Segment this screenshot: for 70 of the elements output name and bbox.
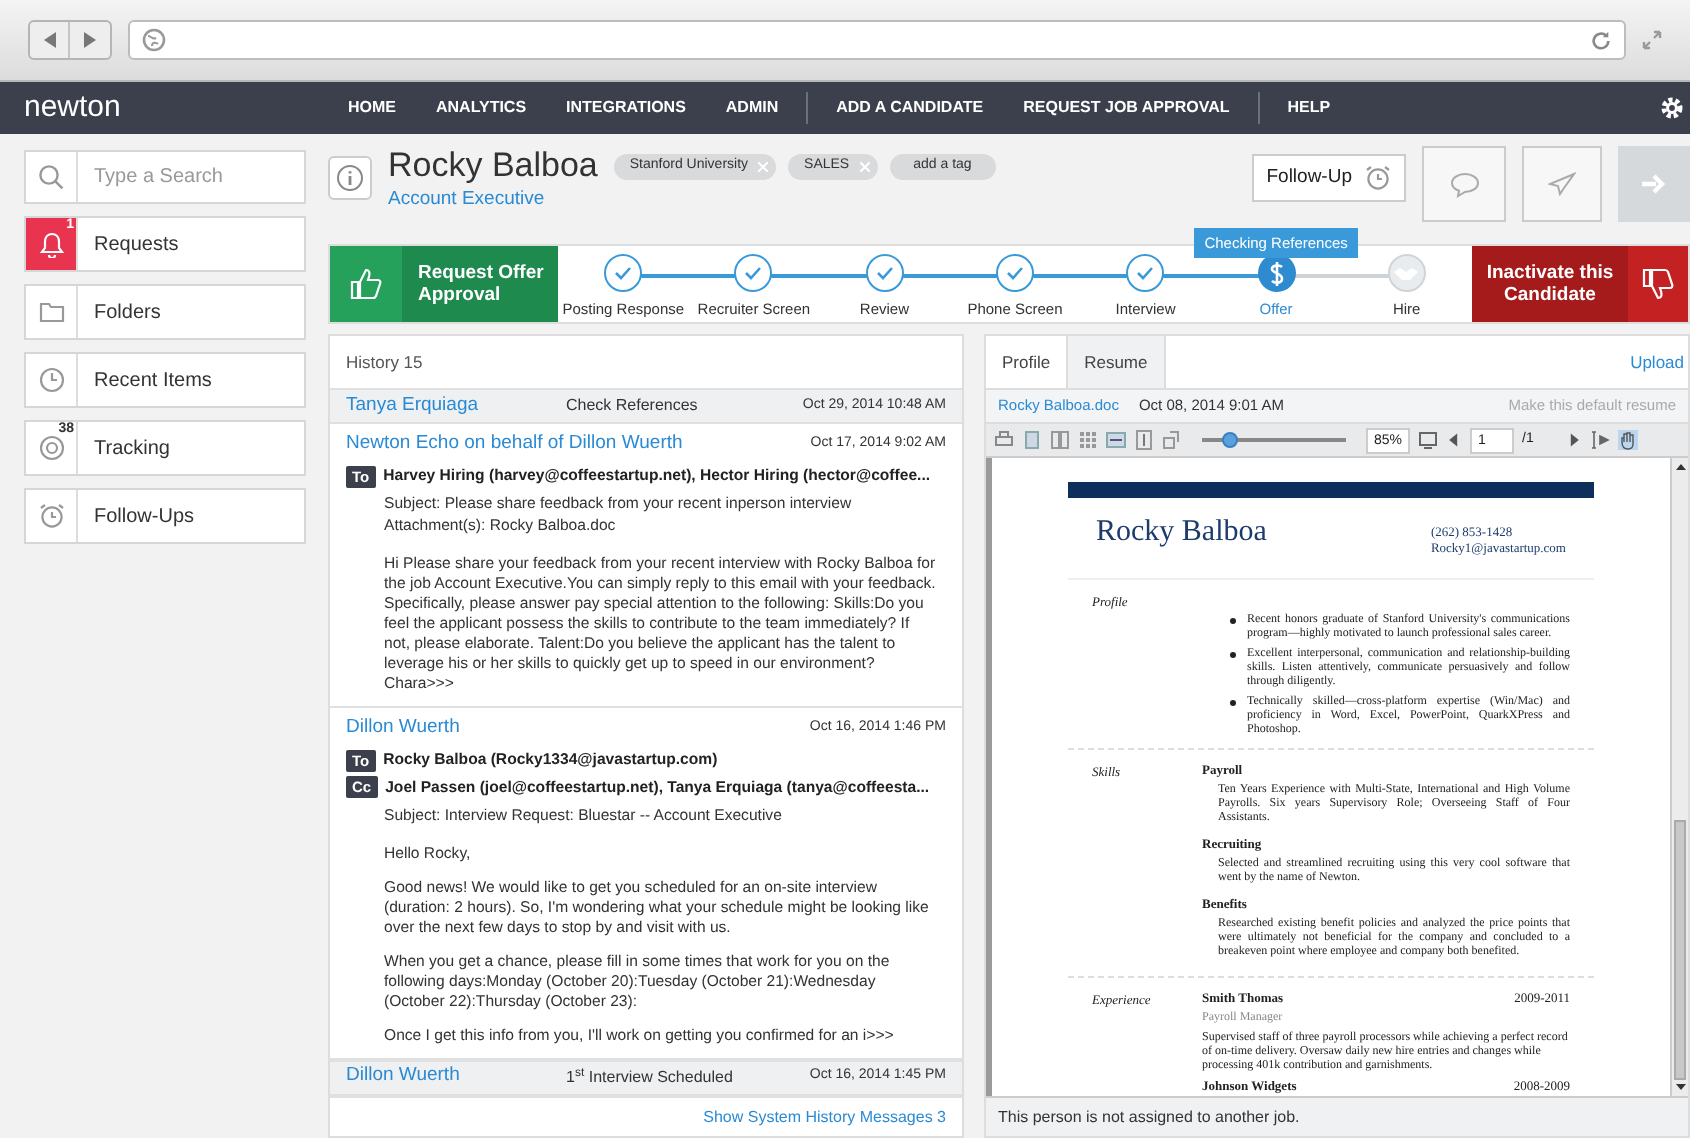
monitor-icon[interactable] — [1418, 430, 1439, 450]
resume-name: Rocky Balboa — [1096, 514, 1267, 552]
tab[interactable]: Resume — [1066, 336, 1166, 388]
zoom-slider-thumb[interactable] — [1222, 432, 1239, 448]
sidebar-item[interactable]: Folders — [24, 284, 306, 340]
nav-link[interactable]: INTEGRATIONS — [546, 96, 706, 120]
rotate-page-icon[interactable] — [1162, 430, 1182, 450]
print-icon[interactable] — [994, 430, 1014, 450]
single-page-icon[interactable] — [1022, 430, 1042, 450]
inactivate-candidate-button[interactable]: Inactivate this Candidate — [1472, 246, 1688, 322]
follow-up-button[interactable]: Follow-Up — [1252, 154, 1406, 202]
fullscreen-icon[interactable] — [1642, 30, 1662, 50]
search-icon — [38, 164, 64, 190]
show-history-link[interactable]: Show System History Messages 3 — [703, 1105, 946, 1129]
check-icon — [875, 266, 894, 280]
history-title: History 15 — [344, 349, 425, 376]
check-icon — [744, 266, 763, 280]
reload-icon[interactable] — [1590, 29, 1612, 51]
sender-link[interactable]: Dillon Wuerth — [346, 713, 460, 743]
sidebar-item[interactable]: Follow-Ups — [24, 488, 306, 544]
globe-icon — [142, 28, 166, 52]
thumbs-down-icon — [1642, 268, 1674, 300]
send-button[interactable] — [1522, 146, 1602, 222]
settings-icon[interactable] — [1658, 94, 1686, 122]
logo[interactable]: newton — [24, 85, 328, 131]
address-bar[interactable] — [128, 20, 1626, 60]
check-icon — [1136, 266, 1155, 280]
target-icon — [37, 434, 65, 462]
candidate-name: Rocky Balboa — [388, 146, 598, 186]
speech-bubble-icon — [1449, 171, 1479, 197]
alarm-clock-icon — [1364, 164, 1392, 192]
sidebar-item[interactable]: Recent Items — [24, 352, 306, 408]
bell-icon — [37, 230, 65, 258]
text-select-icon[interactable] — [1590, 430, 1611, 450]
search-field[interactable]: Type a Search — [78, 152, 304, 202]
grid-icon[interactable] — [1078, 430, 1098, 450]
fit-width-icon[interactable] — [1106, 430, 1126, 450]
nav-link[interactable]: HOME — [328, 96, 416, 120]
next-page-icon[interactable] — [1566, 430, 1583, 450]
check-icon — [614, 266, 633, 280]
bullet-icon — [1230, 618, 1235, 623]
dollar-icon — [1269, 261, 1284, 285]
previous-page-icon[interactable] — [1446, 430, 1463, 450]
nav-link[interactable]: HELP — [1267, 96, 1351, 120]
thumbs-up-icon — [350, 268, 382, 300]
sender-link[interactable]: Newton Echo on behalf of Dillon Wuerth — [346, 430, 683, 459]
upload-link[interactable]: Upload — [1630, 349, 1688, 375]
job-assignment-note: This person is not assigned to another job. — [986, 1096, 1688, 1136]
hand-icon[interactable] — [1618, 430, 1639, 450]
nav-link[interactable]: ADD A CANDIDATE — [816, 96, 1004, 120]
fit-height-icon[interactable] — [1134, 430, 1154, 450]
request-offer-approval-button[interactable]: Request Offer Approval — [330, 246, 558, 322]
comment-button[interactable] — [1422, 146, 1506, 222]
bullet-icon — [1230, 652, 1235, 657]
search-box[interactable]: Type a Search — [24, 150, 306, 204]
bullet-icon — [1230, 700, 1235, 705]
info-icon[interactable] — [336, 164, 364, 192]
clock-icon — [37, 366, 65, 394]
scrollbar-thumb[interactable] — [1674, 820, 1686, 1080]
check-icon — [1005, 266, 1024, 280]
nav-link[interactable]: REQUEST JOB APPROVAL — [1003, 96, 1250, 120]
forward-icon — [84, 32, 96, 48]
back-icon — [43, 32, 55, 48]
two-page-icon[interactable] — [1050, 430, 1070, 450]
alarm-clock-icon — [37, 502, 65, 530]
folder-icon — [37, 298, 65, 326]
paper-plane-icon — [1548, 172, 1576, 196]
nav-link[interactable]: ADMIN — [705, 96, 799, 120]
nav-link[interactable]: ANALYTICS — [416, 96, 547, 120]
arrow-right-icon — [1642, 174, 1666, 194]
